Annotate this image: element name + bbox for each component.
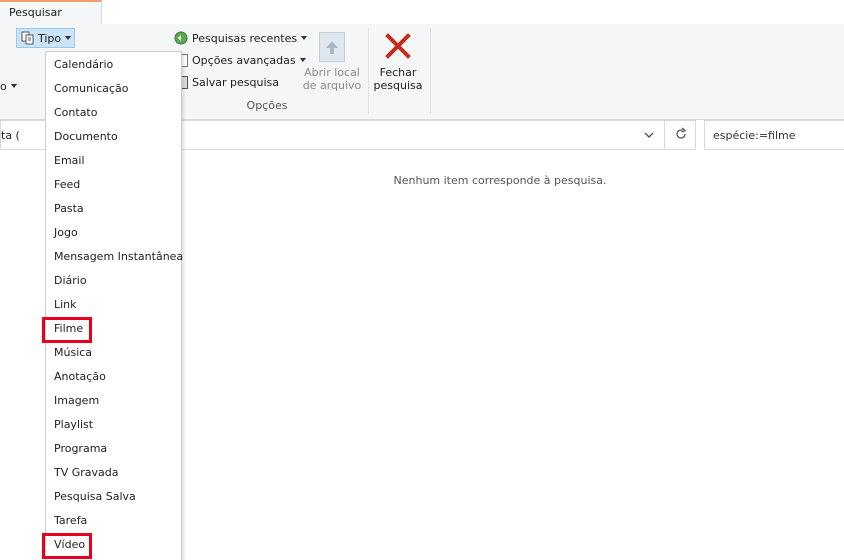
menu-item[interactable]: Feed <box>46 173 181 197</box>
type-filter-icon <box>21 31 35 45</box>
menu-item[interactable]: Pesquisa Salva <box>46 485 181 509</box>
refresh-button[interactable] <box>664 120 696 150</box>
group-separator <box>368 28 369 114</box>
address-dropdown-chevron-icon[interactable] <box>643 129 655 144</box>
partial-left-command[interactable]: o <box>0 76 17 96</box>
tipo-dropdown-menu: Calendário Comunicação Contato Documento Ema… <box>42 51 183 560</box>
options-group-label: Opções <box>246 99 288 112</box>
empty-results-message: Nenhum item corresponde à pesquisa. <box>393 174 607 187</box>
open-location-icon <box>319 32 345 62</box>
menu-item[interactable]: Imagem <box>46 389 181 413</box>
menu-item[interactable]: Diário <box>46 269 181 293</box>
menu-item[interactable]: Anotação <box>46 365 181 389</box>
recent-searches-label: Pesquisas recentes <box>192 31 298 45</box>
recent-searches-icon <box>174 31 188 45</box>
menu-item[interactable]: Programa <box>46 437 181 461</box>
menu-item[interactable]: Jogo <box>46 221 181 245</box>
menu-item[interactable]: Link <box>46 293 181 317</box>
address-partial-text: ta ( <box>1 129 20 142</box>
advanced-options-label: Opções avançadas <box>192 53 296 67</box>
menu-item[interactable]: Email <box>46 149 181 173</box>
open-location-label-1: Abrir local <box>304 66 360 79</box>
close-search-button[interactable]: Fechar pesquisa <box>370 32 426 92</box>
menu-item[interactable]: Comunicação <box>46 77 181 101</box>
tab-pesquisar[interactable]: Pesquisar <box>0 0 102 24</box>
partial-left-label: o <box>0 79 7 93</box>
menu-item[interactable]: Música <box>46 341 181 365</box>
tipo-button[interactable]: Tipo <box>16 28 75 48</box>
menu-item[interactable]: Playlist <box>46 413 181 437</box>
highlight-box <box>42 317 92 343</box>
close-search-label-1: Fechar <box>379 66 417 79</box>
highlight-box <box>42 533 92 559</box>
refresh-icon <box>674 127 688 144</box>
menu-item[interactable]: Tarefa <box>46 509 181 533</box>
menu-item[interactable]: Calendário <box>46 53 181 77</box>
recent-searches-button[interactable]: Pesquisas recentes <box>174 28 308 48</box>
ribbon-tab-bar <box>0 0 844 25</box>
menu-item[interactable]: Documento <box>46 125 181 149</box>
open-location-label-2: de arquivo <box>302 79 362 92</box>
close-search-label-2: pesquisa <box>373 79 423 92</box>
save-search-label: Salvar pesquisa <box>192 75 280 89</box>
group-separator <box>430 28 431 114</box>
menu-item[interactable]: Contato <box>46 101 181 125</box>
menu-item[interactable]: TV Gravada <box>46 461 181 485</box>
chevron-down-icon <box>65 36 72 40</box>
open-file-location-button[interactable]: Abrir local de arquivo <box>302 32 362 92</box>
menu-item[interactable]: Pasta <box>46 197 181 221</box>
menu-item[interactable]: Mensagem Instantânea <box>46 245 183 269</box>
save-search-button[interactable]: Salvar pesquisa <box>178 72 279 92</box>
chevron-down-icon <box>10 84 17 88</box>
close-icon <box>384 32 412 60</box>
search-input[interactable]: espécie:=filme <box>704 120 844 150</box>
tipo-label: Tipo <box>38 31 62 45</box>
advanced-options-button[interactable]: Opções avançadas <box>178 50 306 70</box>
